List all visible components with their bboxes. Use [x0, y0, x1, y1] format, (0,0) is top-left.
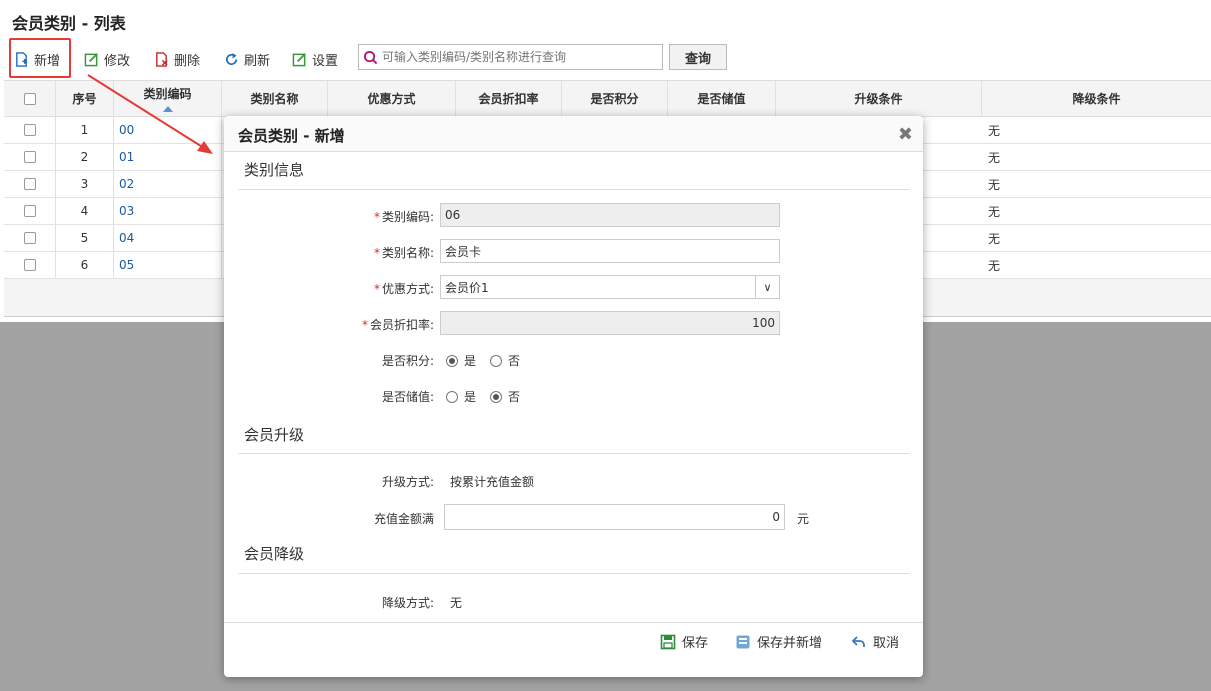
- save-and-new-icon: [736, 635, 750, 648]
- stored-yes-radio[interactable]: [446, 390, 458, 403]
- stored-no-label: 否: [508, 390, 521, 404]
- section-category-info: 类别信息: [244, 161, 305, 179]
- points-yes-radio[interactable]: [446, 354, 458, 367]
- points-no-label: 否: [508, 354, 521, 368]
- points-radio-group: 是 否: [446, 352, 520, 369]
- save-icon: [660, 634, 676, 649]
- stored-yes-label: 是: [464, 390, 477, 404]
- discount-method-label: * 优惠方式:: [373, 282, 434, 296]
- footer-divider: [224, 622, 923, 623]
- dialog-title: 会员类别 - 新增: [238, 127, 345, 145]
- stored-no-radio[interactable]: [490, 390, 503, 403]
- stored-value-label: 是否储值:: [381, 390, 434, 404]
- divider: [238, 453, 909, 454]
- discount-method-value: 会员价1: [445, 280, 489, 295]
- downgrade-method-label: 降级方式:: [381, 596, 434, 610]
- save-label: 保存: [682, 636, 709, 651]
- dialog-header: 会员类别 - 新增 ✖: [224, 116, 923, 152]
- points-yes-label: 是: [464, 354, 477, 368]
- downgrade-method-value: 无: [450, 596, 463, 610]
- stored-value-radio-group: 是 否: [446, 388, 520, 405]
- upgrade-method-label: 升级方式:: [381, 475, 434, 489]
- undo-icon: [851, 635, 865, 647]
- section-upgrade: 会员升级: [244, 426, 305, 444]
- cancel-button[interactable]: 取消: [851, 632, 899, 651]
- recharge-amount-field[interactable]: 0: [444, 504, 785, 530]
- close-icon[interactable]: ✖: [898, 124, 913, 145]
- chevron-down-icon[interactable]: ∨: [755, 276, 779, 298]
- add-member-category-dialog: 会员类别 - 新增 ✖ 类别信息 * 类别编码: 06 * 类别名称: 会员卡 * 优…: [224, 116, 923, 677]
- divider: [238, 189, 909, 190]
- points-label: 是否积分:: [381, 354, 434, 368]
- discount-rate-label: * 会员折扣率:: [361, 318, 434, 332]
- code-label: * 类别编码:: [373, 210, 434, 224]
- save-button[interactable]: 保存: [660, 632, 708, 651]
- recharge-label: 充值金额满: [373, 512, 434, 526]
- upgrade-method-value: 按累计充值金额: [450, 475, 535, 489]
- save-and-new-button[interactable]: 保存并新增: [735, 632, 822, 651]
- discount-rate-field[interactable]: 100: [440, 311, 780, 335]
- discount-method-select[interactable]: 会员价1 ∨: [440, 275, 780, 299]
- cancel-label: 取消: [873, 636, 900, 651]
- recharge-unit: 元: [797, 512, 810, 526]
- name-label: * 类别名称:: [373, 246, 434, 260]
- section-downgrade: 会员降级: [244, 545, 305, 563]
- code-field[interactable]: 06: [440, 203, 780, 227]
- divider: [238, 573, 909, 574]
- save-and-new-label: 保存并新增: [757, 636, 823, 651]
- points-no-radio[interactable]: [490, 354, 503, 367]
- name-field[interactable]: 会员卡: [440, 239, 780, 263]
